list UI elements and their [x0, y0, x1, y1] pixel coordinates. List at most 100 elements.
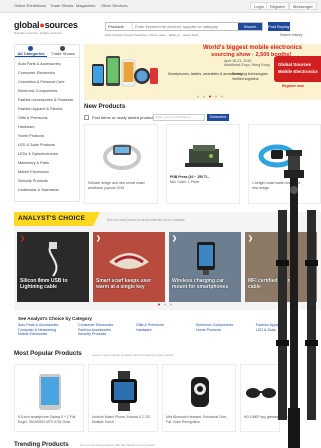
banner-carousel-dots[interactable] [194, 95, 224, 98]
analyst-card[interactable]: ❯ Wireless charging car mount for smartph… [169, 232, 241, 302]
promo-banner[interactable]: World's biggest mobile electronics sourc… [84, 44, 321, 100]
most-popular-title: Most Popular Products [14, 350, 82, 357]
analysts-choice-subtitle: See our hand-picked products selected by… [107, 218, 185, 222]
phones-image [92, 56, 158, 87]
logo-tagline: Reliable exporters. Quality products. [14, 31, 63, 35]
logo-text-right: sources [44, 20, 78, 30]
sidebar-item-hardware[interactable]: Hardware [18, 125, 78, 129]
email-field[interactable]: Enter your e-mail address [153, 114, 205, 121]
top-link-online-exhibitions[interactable]: Online Exhibitions [14, 3, 46, 8]
checkbox-icon[interactable] [84, 115, 89, 120]
banner-venue: AsiaWorld-Expo, Hong Kong [224, 63, 270, 67]
most-popular-subtitle: Get our most popular products with the h… [92, 353, 174, 357]
smart-wristband-image [103, 144, 141, 170]
calendar-icon [60, 46, 65, 51]
category-link[interactable]: Home Products [196, 328, 233, 333]
category-link[interactable]: Mobile Electronics [18, 332, 58, 337]
category-link[interactable]: Consumer Electronics [78, 323, 113, 328]
banner-tag-line2: Mobile Electronics [278, 69, 318, 74]
spy-glasses-image [246, 388, 276, 398]
sidebar-item-security[interactable]: Security Products [18, 179, 78, 183]
popular-product-card[interactable]: 5.5 inch smartphone Galaxy 5 + 1 Full Ed… [14, 364, 84, 432]
search-history-link[interactable]: Search history [280, 33, 302, 37]
trending-subtitle: Get our trending products with the highe… [80, 443, 155, 447]
category-link[interactable]: Electronic Components [196, 323, 233, 328]
analyst-card-label: Smart scarf keeps user warm at a single k… [96, 278, 152, 290]
sidebar-item-gifts[interactable]: Gifts & Premiums [18, 116, 78, 120]
new-product-card[interactable]: PGB Press (10 ~ 150 Ti... Min. Order: 1 … [166, 124, 240, 204]
sidebar-item-fashion-apparel[interactable]: Fashion Apparel & Fabrics [18, 107, 78, 111]
sidebar-item-consumer-electronics[interactable]: Consumer Electronics [18, 71, 78, 75]
category-sidebar: All Categories Trade Shows Auto Parts & … [14, 44, 80, 202]
banner-check-1: Smartphones, tablets, wearables & access… [168, 72, 242, 76]
product-caption-2: Multiple Touch [92, 420, 114, 424]
product-caption-1: Delicate design and new arrival smart [88, 181, 145, 185]
post-items-label: Post items or newly added products [92, 115, 156, 120]
chevron-icon: ❯ [20, 236, 26, 242]
analysts-choice-title: ANALYST'S CHOICE [18, 215, 86, 222]
banner-tag-line1: Global Sources [278, 62, 312, 67]
top-bar: Online Exhibitions Trade Shows Magazines… [0, 0, 321, 13]
logo[interactable]: global●sources [14, 20, 78, 30]
sidebar-item-underwear[interactable]: Underwear & Swimwear [18, 188, 78, 192]
category-link[interactable]: Gifts & Premiums [136, 323, 164, 328]
sidebar-item-machinery[interactable]: Machinery & Parts [18, 161, 78, 165]
grid-icon [28, 46, 33, 51]
sidebar-item-home-products[interactable]: Home Products [18, 134, 78, 138]
search-category-select[interactable]: Products [106, 23, 133, 30]
register-link[interactable]: Register [266, 2, 289, 10]
chevron-icon: ❯ [96, 236, 102, 242]
product-caption-2: wristband, popular 2015 [88, 186, 125, 190]
analyst-card[interactable]: ❯ Smart scarf keeps user warm at a single… [93, 232, 165, 302]
banner-check-2: Emerging technologies [232, 72, 268, 76]
banner-register-link[interactable]: Register now [282, 84, 304, 88]
sidebar-tabs: All Categories Trade Shows [15, 45, 79, 58]
product-caption-2: Fat, Voice Recognition [166, 420, 200, 424]
tab-label: Trade Shows [51, 51, 75, 56]
sidebar-item-led-solar[interactable]: LED & Solar Products [18, 143, 78, 147]
popular-product-card[interactable]: Android Watch Phone, Android 4.2 OS Mult… [88, 364, 158, 432]
search-bar: Products Search [105, 22, 263, 31]
bluetooth-headset-image [191, 377, 209, 407]
category-link[interactable]: Hardware [136, 328, 164, 333]
category-link[interactable]: Auto Parts & Accessories [18, 323, 58, 328]
product-caption-1: 5.5 inch smartphone Galaxy 5 + 1 Full [18, 415, 76, 419]
post-buying-request-button[interactable]: Post Buying Request [268, 22, 305, 31]
tab-all-categories[interactable]: All Categories [15, 45, 47, 57]
banner-headline-1: World's biggest mobile electronics [203, 45, 303, 51]
search-button[interactable]: Search [238, 23, 262, 30]
popular-product-card[interactable]: Mini Bluetooth Headset, Emotional Cute, … [162, 364, 236, 432]
sidebar-item-electronic-components[interactable]: Electronic Components [18, 89, 78, 93]
new-product-card[interactable]: Delicate design and new arrival smart wr… [84, 124, 158, 204]
popular-product-card[interactable]: HD 1080P spy glasses with camera [240, 364, 297, 432]
car-mount-image [197, 242, 215, 275]
sidebar-item-leds-optoelectronics[interactable]: LEDs & Optoelectronics [18, 152, 78, 156]
search-input[interactable] [135, 23, 237, 30]
sidebar-item-fashion-accessories[interactable]: Fashion Accessories & Footwear [18, 98, 78, 102]
chevron-icon: ❯ [172, 236, 178, 242]
top-link-magazines[interactable]: Magazines [76, 3, 95, 8]
product-caption-1: Android Watch Phone, Android 4.2 OS [92, 415, 150, 419]
top-link-other-services[interactable]: Other Services [101, 3, 127, 8]
analyst-carousel-dots[interactable] [156, 303, 176, 306]
messenger-link[interactable]: Messenger [289, 2, 317, 10]
product-caption-1: Mini Bluetooth Headset, Emotional Cute, [166, 415, 228, 419]
sidebar-item-mobile-electronics[interactable]: Mobile Electronics [18, 170, 78, 174]
press-machine-image [185, 145, 223, 167]
category-links-col-4: Electronic Components Home Products [196, 323, 233, 332]
analysts-choice-section: ANALYST'S CHOICE See our hand-picked pro… [14, 212, 321, 310]
watch-phone-image [111, 371, 137, 411]
subscribe-button[interactable]: Subscribe [207, 114, 229, 121]
sidebar-item-auto-parts[interactable]: Auto Parts & Accessories [18, 62, 78, 66]
popular-searches[interactable]: Most Popular Product Searches: phone cas… [105, 33, 198, 37]
analyst-card[interactable]: ❯ Silicon 8mm USB to Lightning cable [17, 232, 89, 302]
top-link-trade-shows[interactable]: Trade Shows [50, 3, 73, 8]
banner-check-3: Verified suppliers [232, 77, 259, 81]
analyst-category-heading: See Analyst's Choice by Category [18, 316, 92, 321]
new-products-title: New Products [84, 103, 126, 110]
tab-trade-shows[interactable]: Trade Shows [47, 45, 79, 57]
category-links-col-1: Auto Parts & Accessories Computer & Netw… [18, 323, 58, 337]
sidebar-item-cosmetics[interactable]: Cosmetics & Personal Care [18, 80, 78, 84]
smartphone-image [39, 374, 61, 410]
category-link[interactable]: Security Products [78, 332, 113, 337]
